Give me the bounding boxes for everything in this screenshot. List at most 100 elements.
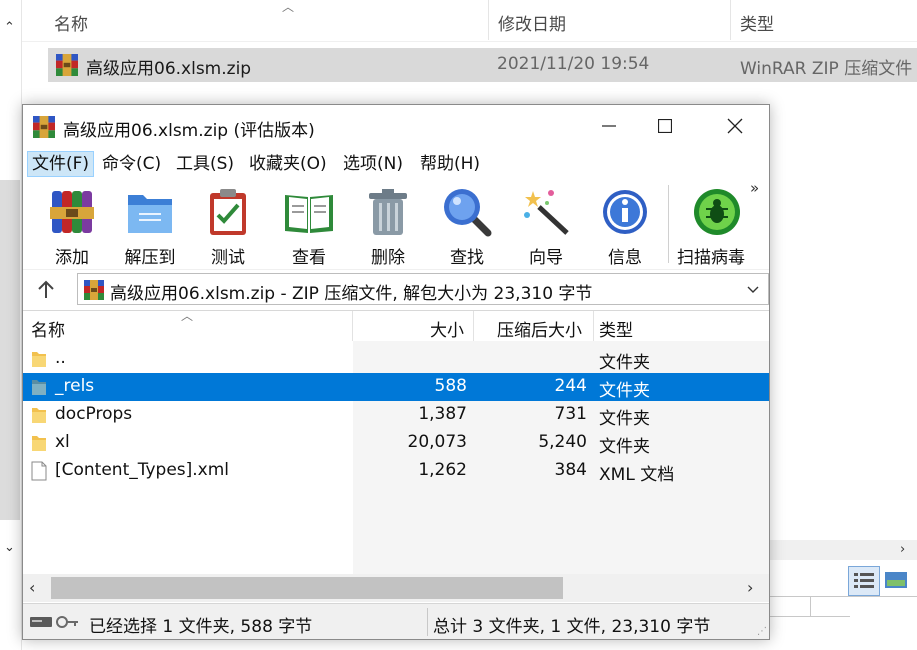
explorer-column-header: ︿ 名称 修改日期 类型: [22, 0, 917, 42]
status-bar: 已经选择 1 文件夹, 588 字节 总计 3 文件夹, 1 文件, 23,31…: [23, 603, 769, 639]
folder-icon: [31, 406, 47, 424]
row-size: 588: [434, 376, 467, 396]
view-book-icon: [285, 195, 333, 233]
close-button[interactable]: [705, 105, 765, 147]
winrar-window: 高级应用06.xlsm.zip (评估版本) 文件(F) 命令(C) 工具(S)…: [22, 104, 770, 640]
folder-icon: [31, 434, 47, 452]
row-size: 1,387: [418, 404, 467, 424]
row-type: 文件夹: [599, 409, 650, 429]
total-status: 总计 3 文件夹, 1 文件, 23,310 字节: [433, 617, 711, 637]
folder-icon: [31, 378, 47, 396]
list-row-rels[interactable]: _rels 588 244 文件夹: [23, 373, 769, 401]
title-bar[interactable]: 高级应用06.xlsm.zip (评估版本): [23, 105, 769, 147]
scroll-left-icon[interactable]: ‹: [29, 578, 35, 597]
explorer-col-type[interactable]: 类型: [740, 10, 774, 35]
view-button[interactable]: 查看: [270, 187, 348, 269]
divider: [770, 596, 917, 597]
window-title: 高级应用06.xlsm.zip (评估版本): [63, 121, 315, 141]
menu-help[interactable]: 帮助(H): [416, 151, 484, 177]
archive-path-text: 高级应用06.xlsm.zip - ZIP 压缩文件, 解包大小为 23,310…: [110, 284, 593, 304]
minimize-button[interactable]: [579, 105, 639, 147]
row-name: xl: [55, 432, 70, 452]
list-row-xl[interactable]: xl 20,073 5,240 文件夹: [23, 429, 769, 457]
zip-archive-icon: [56, 54, 78, 76]
chevron-down-icon[interactable]: ⌄: [4, 540, 15, 555]
horizontal-scrollbar[interactable]: ‹ ›: [23, 574, 769, 602]
minimize-icon: [602, 125, 616, 127]
column-divider[interactable]: [473, 311, 474, 341]
find-label: 查找: [450, 248, 484, 268]
column-divider[interactable]: [593, 311, 594, 341]
trash-icon: [369, 189, 407, 235]
explorer-view-switcher: [848, 566, 912, 598]
explorer-nav-scrollbar[interactable]: [0, 180, 20, 520]
add-button[interactable]: 添加: [33, 187, 111, 269]
menu-options[interactable]: 选项(N): [339, 151, 407, 177]
scrollbar-thumb[interactable]: [51, 577, 563, 599]
menu-tools[interactable]: 工具(S): [172, 151, 238, 177]
resize-grip-icon[interactable]: ⋰: [757, 626, 767, 637]
extract-to-button[interactable]: 解压到: [111, 187, 189, 269]
chevron-down-icon: [747, 286, 759, 293]
selection-status: 已经选择 1 文件夹, 588 字节: [89, 617, 313, 637]
sort-ascending-icon: ︿: [181, 309, 194, 323]
row-name: ..: [55, 348, 66, 368]
wizard-button[interactable]: 向导: [507, 187, 585, 269]
scroll-right-icon[interactable]: ›: [747, 578, 753, 597]
row-size: 1,262: [418, 460, 467, 480]
wizard-label: 向导: [529, 248, 563, 268]
delete-label: 删除: [371, 248, 405, 268]
row-packed-size: 244: [554, 376, 587, 396]
row-name: [Content_Types].xml: [55, 460, 230, 480]
menu-file[interactable]: 文件(F): [27, 151, 95, 177]
test-button[interactable]: 测试: [189, 187, 267, 269]
column-divider[interactable]: [352, 311, 353, 341]
explorer-file-row[interactable]: 高级应用06.xlsm.zip 2021/11/20 19:54 WinRAR …: [48, 48, 917, 82]
column-name[interactable]: 名称: [31, 316, 65, 341]
large-icons-view-icon[interactable]: [884, 570, 908, 592]
scan-virus-button[interactable]: 扫描病毒: [675, 187, 759, 269]
list-row-content-types[interactable]: [Content_Types].xml 1,262 384 XML 文档: [23, 457, 769, 485]
chevron-up-icon[interactable]: ⌃: [4, 20, 15, 35]
info-button[interactable]: 信息: [586, 187, 664, 269]
row-type: 文件夹: [599, 353, 650, 373]
toolbar-separator: [668, 185, 669, 263]
details-view-icon[interactable]: [848, 566, 880, 596]
column-packed[interactable]: 压缩后大小: [497, 316, 582, 341]
scan-virus-label: 扫描病毒: [677, 248, 745, 268]
address-bar: 高级应用06.xlsm.zip - ZIP 压缩文件, 解包大小为 23,310…: [23, 269, 769, 309]
archive-path-dropdown[interactable]: 高级应用06.xlsm.zip - ZIP 压缩文件, 解包大小为 23,310…: [77, 273, 769, 305]
file-list-header: ︿ 名称 大小 压缩后大小 类型: [23, 309, 769, 341]
test-clipboard-icon: [210, 189, 246, 235]
column-divider[interactable]: [730, 0, 731, 40]
magic-wand-icon: [524, 190, 569, 235]
list-row-parent[interactable]: .. 文件夹: [23, 345, 769, 373]
drive-key-icon: [30, 616, 78, 628]
delete-button[interactable]: 删除: [349, 187, 427, 269]
add-label: 添加: [55, 248, 89, 268]
folder-icon: [31, 350, 47, 368]
row-type: 文件夹: [599, 437, 650, 457]
explorer-col-modified[interactable]: 修改日期: [498, 10, 566, 35]
menu-commands[interactable]: 命令(C): [98, 151, 165, 177]
menu-favorites[interactable]: 收藏夹(O): [245, 151, 331, 177]
find-button[interactable]: 查找: [428, 187, 506, 269]
maximize-button[interactable]: [635, 105, 695, 147]
toolbar-overflow-icon[interactable]: »: [750, 179, 759, 197]
explorer-col-name[interactable]: 名称: [54, 10, 88, 35]
column-type[interactable]: 类型: [599, 316, 633, 341]
up-one-level-button[interactable]: [33, 278, 59, 302]
row-packed-size: 731: [554, 404, 587, 424]
menu-bar: 文件(F) 命令(C) 工具(S) 收藏夹(O) 选项(N) 帮助(H): [23, 147, 769, 179]
file-icon: [31, 461, 47, 481]
scroll-right-icon[interactable]: ›: [900, 542, 905, 557]
explorer-file-modified: 2021/11/20 19:54: [497, 54, 650, 74]
divider: [810, 596, 811, 616]
maximize-icon: [658, 119, 672, 133]
explorer-horizontal-scrollbar[interactable]: [770, 540, 917, 560]
virus-scan-icon: [694, 189, 740, 235]
column-size[interactable]: 大小: [430, 316, 464, 341]
column-divider[interactable]: [488, 0, 489, 40]
list-row-docprops[interactable]: docProps 1,387 731 文件夹: [23, 401, 769, 429]
file-list: ︿ 名称 大小 压缩后大小 类型 .. 文件夹 _rels 588 244 文件…: [23, 309, 769, 575]
